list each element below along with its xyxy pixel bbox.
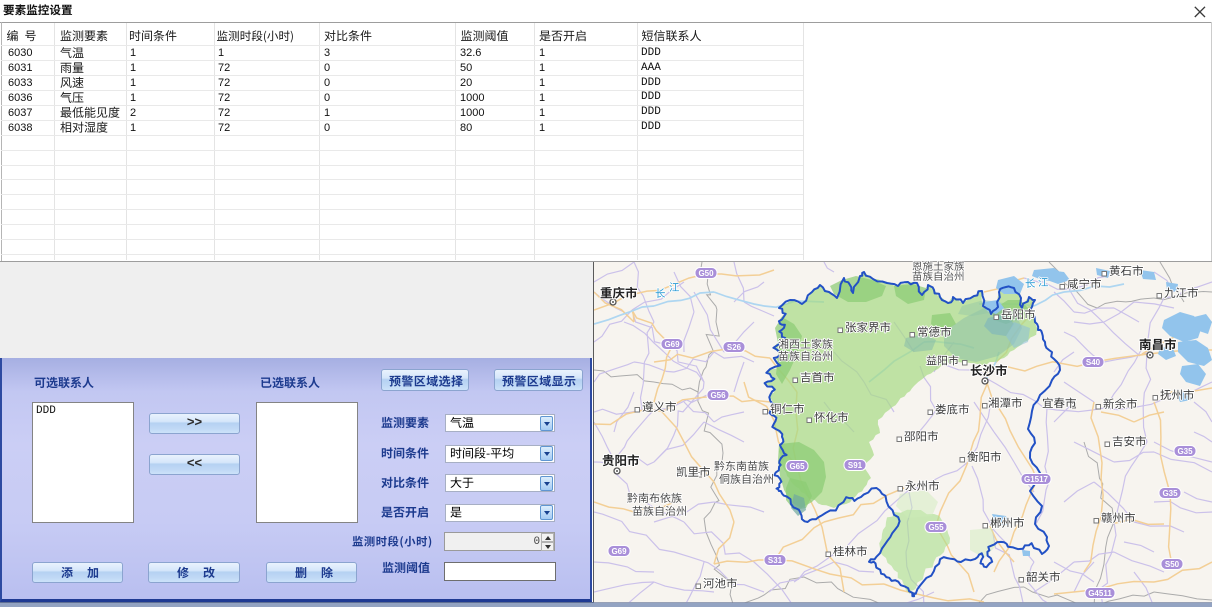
svg-text:G4511: G4511 [1088, 589, 1112, 598]
svg-text:S31: S31 [768, 556, 783, 565]
svg-text:G69: G69 [664, 340, 680, 349]
svg-text:S50: S50 [1165, 560, 1180, 569]
svg-text:S40: S40 [1086, 358, 1101, 367]
svg-text:G65: G65 [789, 462, 805, 471]
svg-text:G1517: G1517 [1024, 475, 1049, 484]
svg-text:G55: G55 [928, 523, 944, 532]
svg-text:G35: G35 [1162, 489, 1178, 498]
svg-text:S91: S91 [848, 461, 863, 470]
svg-text:G50: G50 [698, 269, 714, 278]
svg-text:G56: G56 [710, 391, 726, 400]
svg-text:G35: G35 [1177, 447, 1193, 456]
svg-text:G69: G69 [611, 547, 627, 556]
svg-text:S26: S26 [727, 343, 742, 352]
